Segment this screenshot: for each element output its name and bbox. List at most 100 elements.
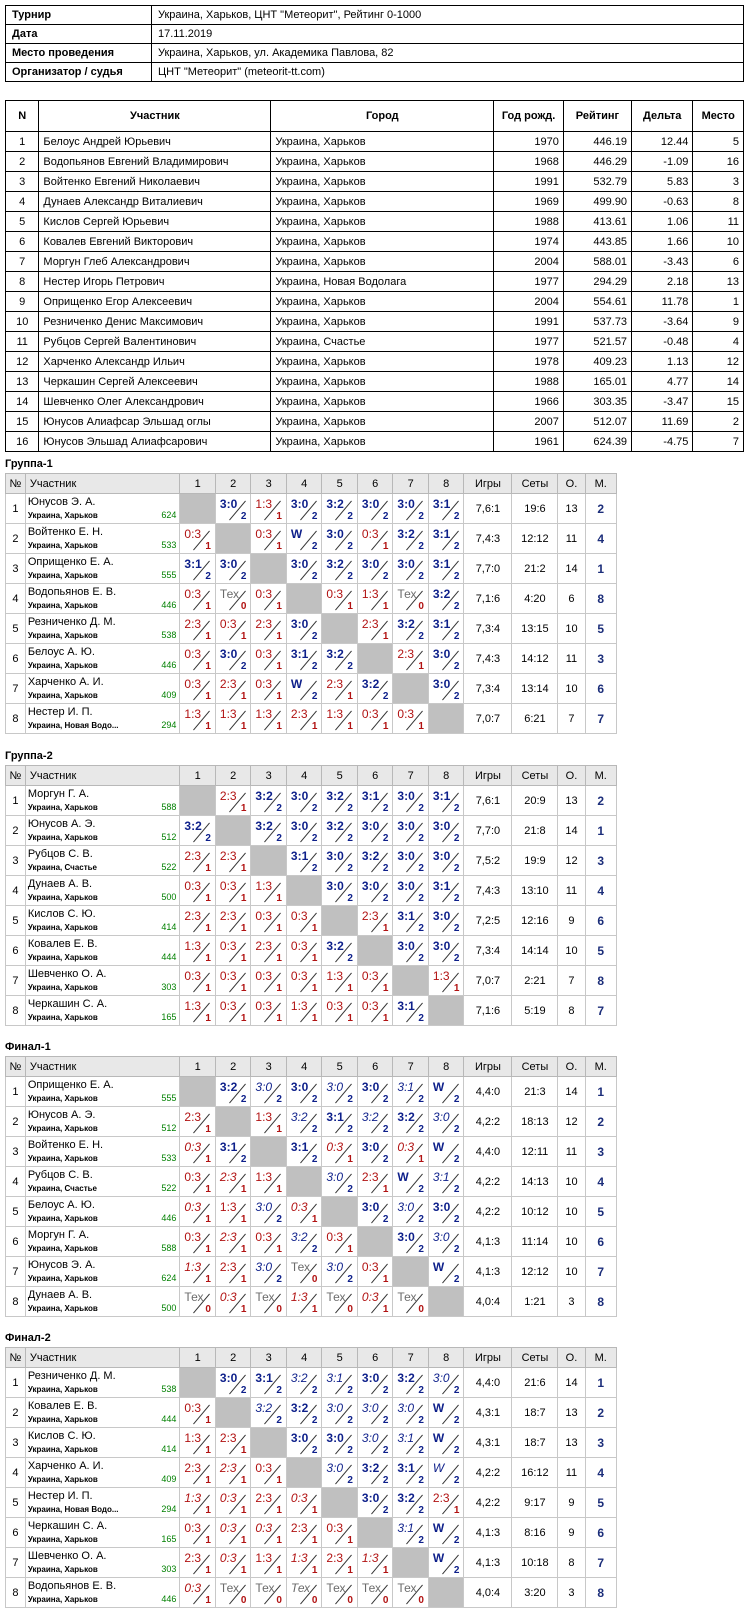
place-cell: 2 xyxy=(584,1106,618,1137)
participant-cell: Украина, Счастье xyxy=(270,331,495,352)
match-cell: 3:2 2 xyxy=(250,785,287,816)
match-result: 1:3 1 xyxy=(180,1488,215,1517)
tournament-info-table: Турнир Украина, Харьков, ЦНТ "Метеорит", … xyxy=(5,5,744,82)
match-cell: 3:0 2 xyxy=(392,1226,429,1257)
match-result: 3:1 2 xyxy=(429,614,464,643)
games-cell: 7,0:7 xyxy=(463,703,513,734)
match-points: 2 xyxy=(382,803,389,814)
match-result: 3:0 2 xyxy=(393,1398,428,1427)
games-cell: 7,2:5 xyxy=(463,905,513,936)
participants-header: Место xyxy=(692,100,744,132)
points-cell: 11 xyxy=(557,1136,586,1167)
match-points: 2 xyxy=(311,863,318,874)
match-score: 2:3 xyxy=(219,1461,237,1475)
match-cell: 1:3 1 xyxy=(179,1427,216,1458)
player-rating: 555 xyxy=(161,570,177,580)
participant-row: 2 Водопьянов Евгений Владимирович Украина,… xyxy=(4,151,744,172)
player-name: Рубцов С. В. xyxy=(27,1169,93,1181)
match-cell: 3:0 2 xyxy=(285,1427,323,1458)
match-cell: 3:0 2 xyxy=(356,553,394,584)
match-result: Тех 0 xyxy=(393,584,428,613)
match-cell: 0:3 1 xyxy=(285,935,323,966)
participant-row: 9 Оприщенко Егор Алексеевич Украина, Харьк… xyxy=(4,291,744,312)
match-cell: 3:0 2 xyxy=(392,875,429,906)
match-result: 2:3 1 xyxy=(393,644,428,673)
match-score: 3:0 xyxy=(361,879,380,893)
player-name: Моргун Г. А. xyxy=(27,788,90,800)
match-cell: Тех 0 xyxy=(285,1256,323,1287)
match-points: 2 xyxy=(382,511,389,522)
match-points: 1 xyxy=(276,511,282,522)
match-score: 2:3 xyxy=(219,789,237,803)
match-points: 2 xyxy=(453,1445,460,1456)
match-score: 2:3 xyxy=(326,1551,344,1565)
match-cell: 0:3 1 xyxy=(250,673,287,704)
points-cell: 11 xyxy=(557,875,586,906)
row-number: 4 xyxy=(5,1457,26,1488)
participant-row: 13 Черкашин Сергей Алексеевич Украина, Хар… xyxy=(4,371,744,392)
match-result: 2:3 1 xyxy=(216,1458,251,1487)
header-opponent: 1 xyxy=(179,473,216,494)
player-name: Юнусов А. Э. xyxy=(27,1109,96,1121)
group-row: 6 Моргун Г. А. Украина, Харьков 588 0:3 1 2:3 1… xyxy=(5,1226,618,1257)
match-score: 0:3 xyxy=(255,969,273,983)
match-result: 2:3 1 xyxy=(216,1428,251,1457)
match-result: 3:1 2 xyxy=(287,644,322,673)
sets-cell: 21:6 xyxy=(511,1367,559,1398)
participant-cell: 6 xyxy=(4,231,40,252)
match-points: 1 xyxy=(276,893,282,904)
match-points: 0 xyxy=(418,601,424,612)
match-result: 0:3 1 xyxy=(322,996,357,1025)
info-value: Украина, Харьков, ЦНТ "Метеорит", Рейтин… xyxy=(151,5,744,25)
match-points: 1 xyxy=(240,863,247,874)
participant-cell: 13 xyxy=(4,371,40,392)
match-points: 2 xyxy=(453,1415,460,1426)
row-number: 4 xyxy=(5,875,26,906)
match-score: 0:3 xyxy=(184,1170,202,1184)
header-place: М. xyxy=(584,1056,618,1077)
header-points: О. xyxy=(557,1347,586,1368)
player-rating: 303 xyxy=(161,1564,177,1574)
match-points: 2 xyxy=(240,1094,247,1105)
match-points: 1 xyxy=(347,983,353,994)
participant-cell: -3.47 xyxy=(631,391,694,412)
match-points: 0 xyxy=(205,1304,211,1315)
match-score: 3:2 xyxy=(255,1401,273,1415)
match-result: 3:0 2 xyxy=(393,846,428,875)
match-points: 2 xyxy=(382,863,389,874)
match-cell: 1:3 1 xyxy=(179,995,216,1026)
participant-cell: 2 xyxy=(692,411,744,432)
participant-row: 10 Резниченко Денис Максимович Украина, Ха… xyxy=(4,311,744,332)
match-score: 0:3 xyxy=(219,969,237,983)
player-cell: Водопьянов Е. В. Украина, Харьков 446 xyxy=(24,583,181,614)
group-table: № Участник 1 2 3 4 5 6 7 8 Игры Сеты О. М. 1 Оприщенко … xyxy=(5,1056,618,1317)
match-points: 2 xyxy=(418,1505,424,1516)
participant-cell: -3.43 xyxy=(631,251,694,272)
match-cell: 3:1 2 xyxy=(179,553,216,584)
match-points: 0 xyxy=(276,1595,282,1606)
match-result: 3:1 2 xyxy=(429,554,464,583)
match-cell: 0:3 1 xyxy=(214,613,252,644)
row-number: 5 xyxy=(5,613,26,644)
match-points: 2 xyxy=(453,691,460,702)
header-opponent: 6 xyxy=(356,765,394,786)
group-row: 8 Черкашин С. А. Украина, Харьков 165 1:3 1 0:… xyxy=(5,995,618,1026)
player-city: Украина, Новая Водо... xyxy=(27,1505,119,1514)
place-cell: 6 xyxy=(584,905,618,936)
match-cell: 3:0 2 xyxy=(321,1457,358,1488)
match-points: 1 xyxy=(205,1475,211,1486)
row-number: 1 xyxy=(5,785,26,816)
match-score: 3:0 xyxy=(290,497,309,511)
self-cell xyxy=(214,523,252,554)
match-score: Тех xyxy=(219,587,239,601)
participants-header: Дельта xyxy=(631,100,694,132)
match-points: 1 xyxy=(240,1184,247,1195)
match-cell: 1:3 1 xyxy=(250,1106,287,1137)
participant-cell: Черкашин Сергей Алексеевич xyxy=(38,371,272,392)
sets-cell: 10:12 xyxy=(511,1196,559,1227)
match-result: 3:0 2 xyxy=(358,1137,393,1166)
points-cell: 10 xyxy=(557,1226,586,1257)
match-score: 3:0 xyxy=(326,1401,344,1415)
match-score: 0:3 xyxy=(184,1521,202,1535)
games-cell: 4,2:2 xyxy=(463,1106,513,1137)
